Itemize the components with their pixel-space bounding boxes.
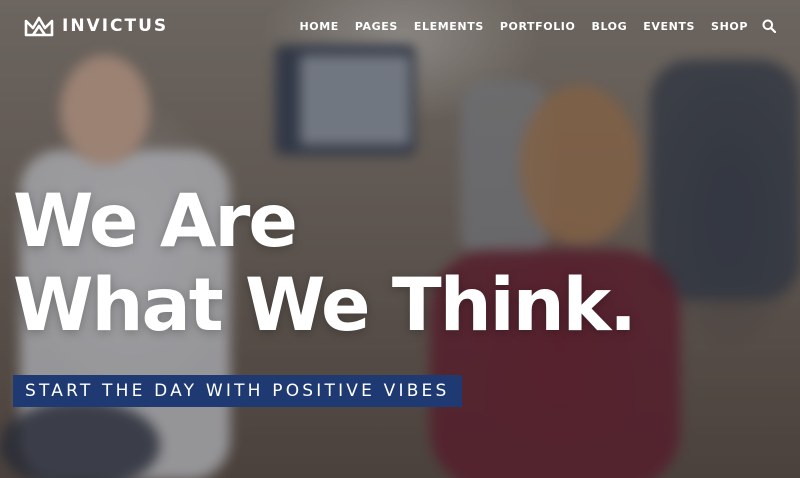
search-icon[interactable] — [762, 19, 776, 33]
nav-item-events[interactable]: EVENTS — [643, 20, 695, 33]
nav-item-portfolio[interactable]: PORTFOLIO — [500, 20, 576, 33]
hero-section: INVICTUS HOME PAGES ELEMENTS PORTFOLIO B… — [0, 0, 800, 478]
invictus-crown-logo-icon — [24, 15, 54, 37]
main-menu: HOME PAGES ELEMENTS PORTFOLIO BLOG EVENT… — [283, 19, 776, 33]
nav-item-blog[interactable]: BLOG — [591, 20, 627, 33]
nav-item-elements[interactable]: ELEMENTS — [414, 20, 484, 33]
headline-line-2: What We Think. — [13, 263, 637, 348]
nav-item-pages[interactable]: PAGES — [355, 20, 398, 33]
top-navigation: INVICTUS HOME PAGES ELEMENTS PORTFOLIO B… — [0, 0, 800, 52]
nav-item-shop[interactable]: SHOP — [711, 20, 748, 33]
hero-headline: We Are What We Think. — [13, 179, 637, 348]
nav-item-home[interactable]: HOME — [299, 20, 338, 33]
hero-tagline: START THE DAY WITH POSITIVE VIBES — [13, 375, 462, 407]
brand-name: INVICTUS — [62, 16, 169, 36]
site-logo[interactable]: INVICTUS — [24, 15, 168, 37]
headline-line-1: We Are — [13, 179, 298, 264]
